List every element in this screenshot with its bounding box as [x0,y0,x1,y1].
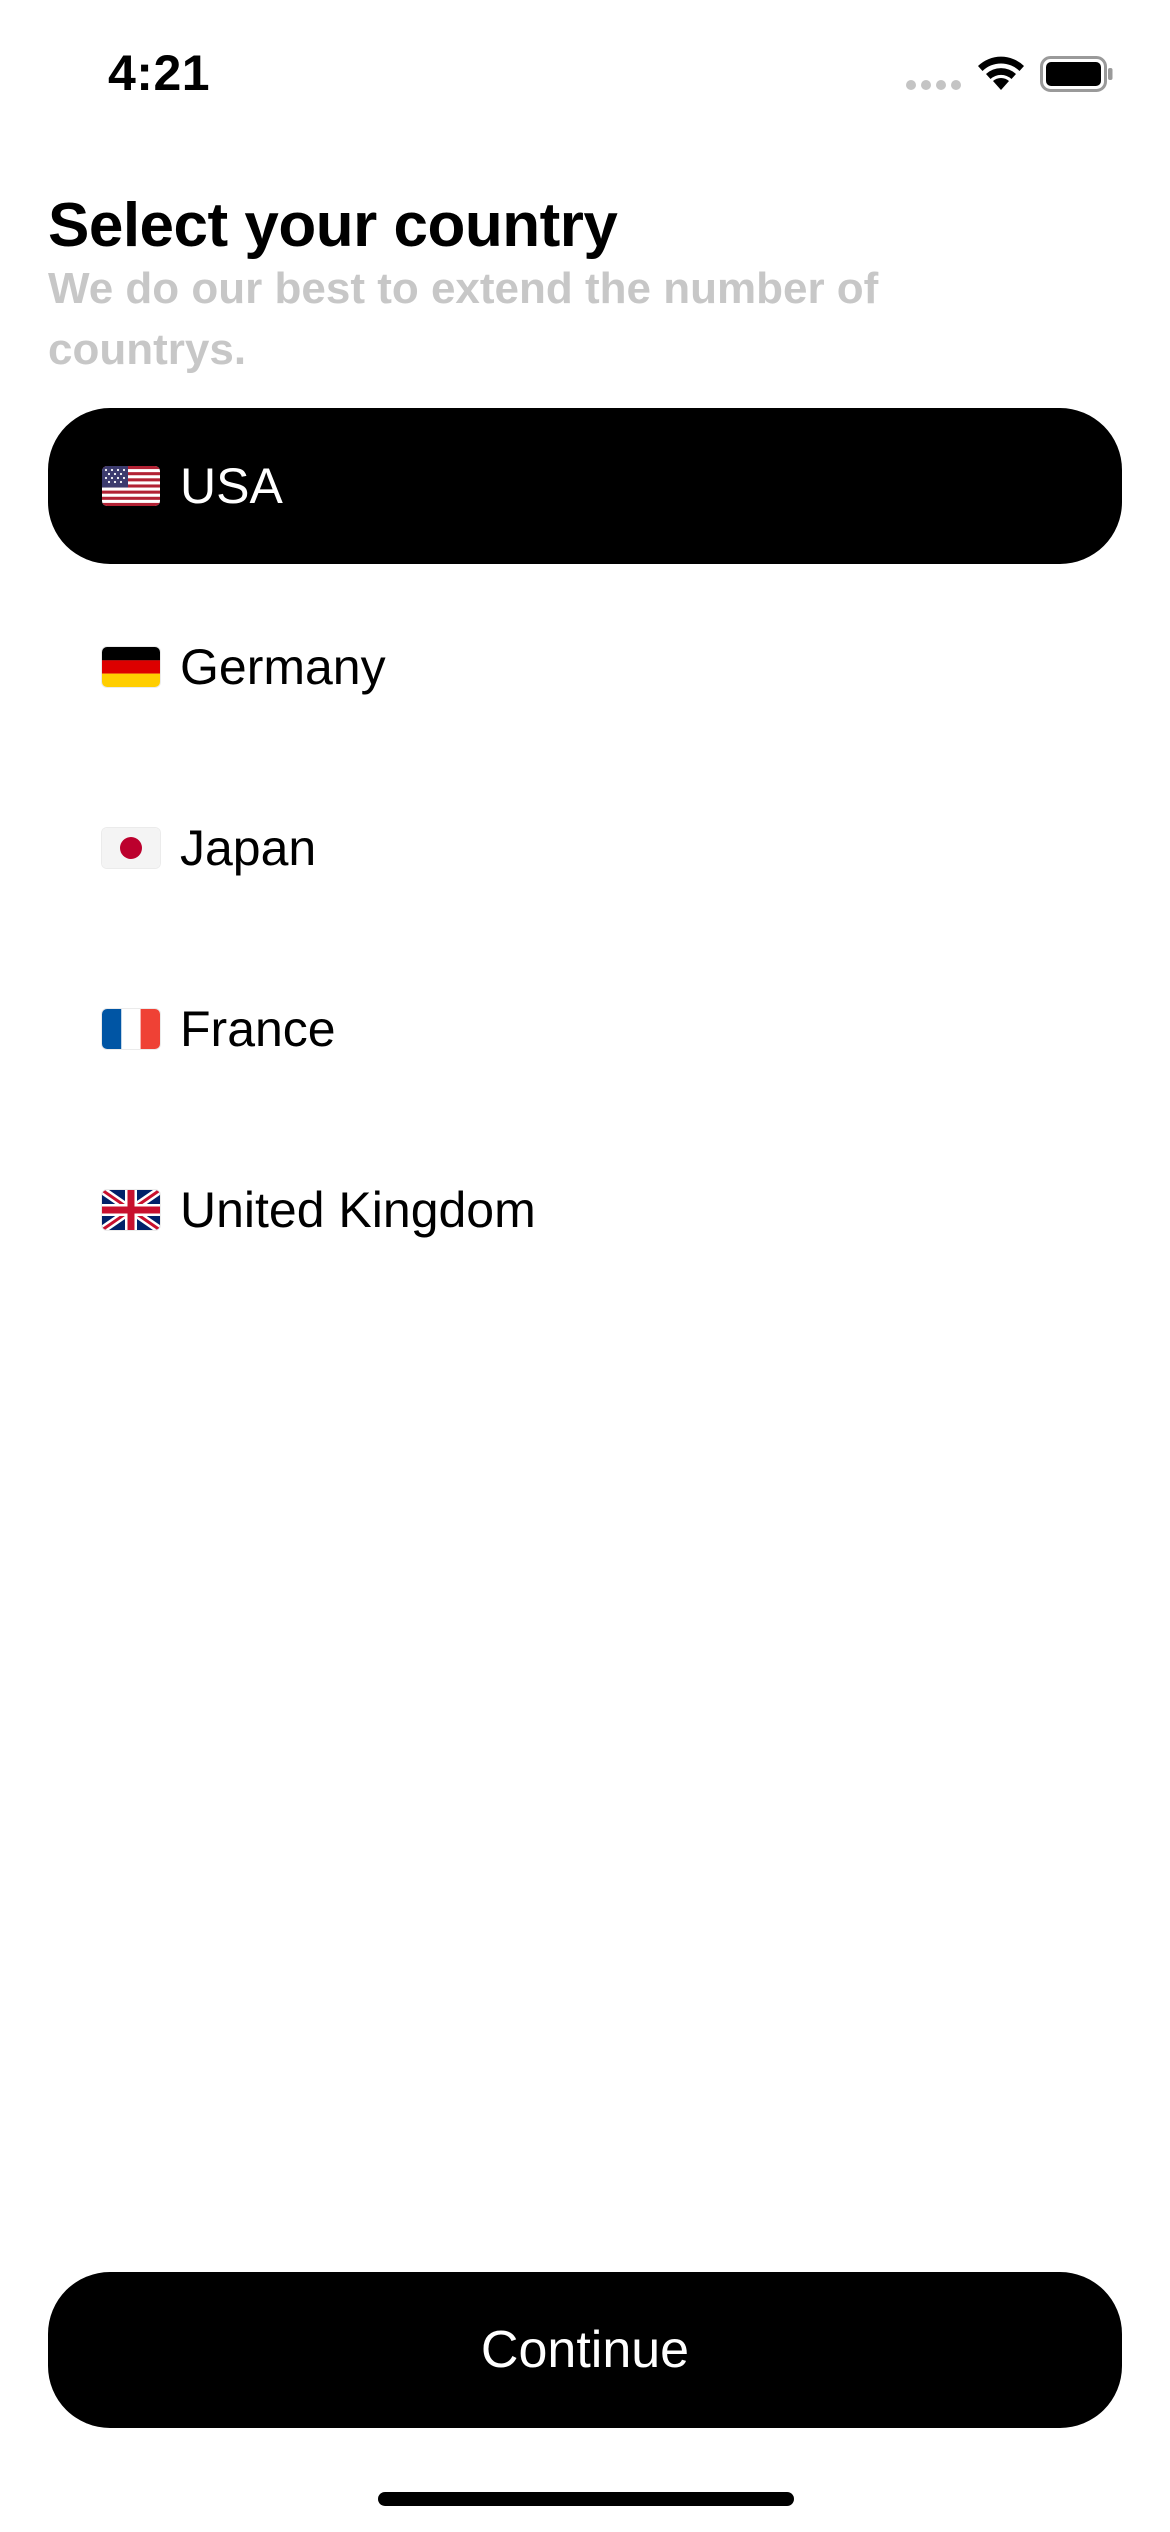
continue-button[interactable]: Continue [48,2272,1122,2428]
country-option-germany[interactable]: Germany [48,589,1122,745]
jp-flag-icon [102,828,160,868]
home-indicator[interactable] [378,2492,794,2506]
country-name: United Kingdom [180,1182,536,1238]
country-option-united-kingdom[interactable]: United Kingdom [48,1132,1122,1288]
page-subtitle: We do our best to extend the number of c… [48,264,879,374]
continue-button-label: Continue [480,2321,690,2379]
status-time: 4:21 [108,45,211,101]
page-title: Select your country [48,191,618,260]
fr-flag-icon [102,1009,160,1049]
country-option-usa[interactable]: USA [48,408,1122,564]
country-name: USA [180,458,283,514]
gb-flag-icon [102,1190,160,1230]
country-option-japan[interactable]: Japan [48,770,1122,926]
status-bar: 4:21 [0,0,1170,140]
country-name: France [180,1001,336,1057]
country-list: USA Germany Japan France United Kingdom [48,408,1122,1313]
country-name: Germany [180,639,386,695]
us-flag-icon [102,466,160,506]
country-name: Japan [180,820,317,876]
country-option-france[interactable]: France [48,951,1122,1107]
cellular-signal-icon [906,80,962,92]
wifi-icon [974,52,1028,92]
de-flag-icon [102,647,160,687]
battery-icon [1040,56,1114,92]
